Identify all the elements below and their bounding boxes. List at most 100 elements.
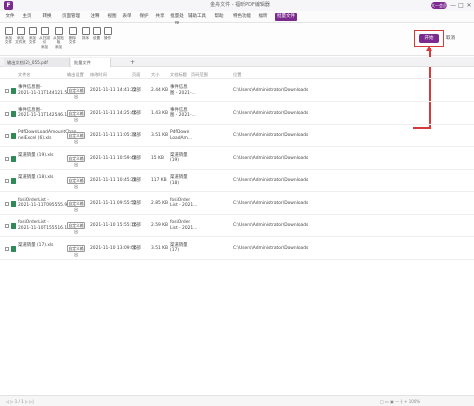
row-checkbox[interactable] [5,224,9,228]
excel-file-icon [11,223,16,229]
toolbar-button[interactable]: 添加 文件 [27,27,38,45]
column-header[interactable]: 页面 [132,70,140,79]
table-row[interactable]: 事件信息图- 2021-11-11T144121.560... 自定义输出 2021… [0,80,474,102]
maximize-button[interactable]: □ [458,1,464,10]
action-icon [103,27,112,35]
menu-item[interactable]: 文件 [3,13,17,21]
app-window: F 金舟文件 - 福昕PDF编辑器 大一会员 — □ ✕ 文件 主页 转换 页面管理注… [0,0,474,406]
menu-item[interactable]: 保护 [137,13,151,21]
toolbar-button[interactable]: 删除 文件 [67,27,78,45]
toolbar-button[interactable]: 操作 [102,27,113,40]
zoom-controls[interactable]: □ ▭ ▣ — ┼ + 100% [380,398,420,405]
output-settings-button[interactable]: 自定义输出 [67,87,85,99]
excel-file-icon [11,110,16,117]
menu-item[interactable]: 批量处理 [170,13,184,27]
row-checkbox[interactable] [5,89,9,93]
page-navigation[interactable]: ◁ ▷ 1 / 1 ▷ ▷| [6,398,34,405]
file-size: 3.51 KB [151,133,169,138]
file-size: 117 KB [151,178,167,183]
column-header[interactable]: 页码范围 [191,70,208,79]
menu-item[interactable]: 帮助 [212,13,226,21]
delete-icon [68,27,77,35]
table-row[interactable]: PdfDownLoadAmountChan nelExcel (6).xls 自定… [0,125,474,147]
menu-item[interactable]: 辅助工具 [186,13,208,21]
toolbar-button[interactable]: 添加 文件夹 [15,27,26,45]
file-location: C:\Users\Administrator\Downloads [233,110,309,116]
page-range: 全部 [132,245,141,251]
menu-item[interactable]: 福昕 [256,13,270,21]
menu-item[interactable]: 页面管理 [60,13,82,21]
settings-icon [92,27,101,35]
toolbar-button[interactable]: 设置 [91,27,102,40]
excel-file-icon [11,200,16,207]
output-settings-button[interactable]: 自定义输出 [67,222,85,234]
output-settings-button[interactable]: 自定义输出 [67,199,85,212]
user-badge[interactable]: 大一会员 [431,2,447,9]
toolbar-button[interactable]: 添加 文件 [3,27,14,45]
menu-item[interactable]: 批量文件 [275,13,297,21]
toolbar-button-label: 添加 文件 [28,36,37,45]
menu-item[interactable]: 视图 [105,13,119,21]
output-settings-button[interactable]: 自定义输出 [67,132,85,144]
add-tab-button[interactable]: + [130,58,135,67]
add-folder-icon [16,27,25,35]
tab-document[interactable]: 输出文档(2)_055.pdf [4,58,70,67]
table-row[interactable]: 渠道销量 (18).xls 自定义输出 2021-11-11 10:45:28 全部 1… [0,170,474,192]
cancel-button[interactable]: 取消 [446,36,455,42]
column-header[interactable]: 文档标题 [170,70,187,79]
menu-item[interactable]: 转换 [37,13,57,21]
row-checkbox[interactable] [5,111,9,116]
file-size: 15 KB [151,155,164,161]
modified-time: 2021-11-11 14:25:46 [90,110,137,116]
column-header[interactable]: 大小 [151,70,159,79]
toolbar-button[interactable]: 从扫描仪 添加 [39,27,50,49]
minimize-button[interactable]: — [450,1,456,10]
row-checkbox[interactable] [5,179,9,183]
toolbar-button-label: 设置 [92,36,101,40]
close-button[interactable]: ✕ [466,1,472,10]
output-settings-button[interactable]: 自定义输出 [67,154,85,167]
menu-item[interactable]: 共享 [153,13,167,21]
row-checkbox[interactable] [5,201,9,206]
page-range: 全部 [132,200,141,206]
menu-item[interactable]: 注释 [88,13,102,21]
menu-item[interactable]: 表单 [120,13,134,21]
row-checkbox[interactable] [5,134,9,138]
table-row[interactable]: fosiOrderList - 2021-11-10T155516.15... 自… [0,215,474,237]
page-range: 全部 [132,110,141,116]
menu-item[interactable]: 特色功能 [232,13,252,21]
row-checkbox[interactable] [5,246,9,251]
modified-time: 2021-11-11 14:41:22 [90,88,137,93]
output-settings-button[interactable]: 自定义输出 [67,109,85,122]
page-range: 全部 [132,178,141,183]
table-row[interactable]: 事件信息图- 2021-11-11T142546.17... 自定义输出 2021-… [0,103,474,125]
page-range: 全部 [132,223,141,228]
document-title: 渠道销量 (19) [170,152,188,164]
output-settings-button[interactable]: 自定义输出 [67,244,85,257]
output-settings-button[interactable]: 自定义输出 [67,177,85,189]
toolbar-button[interactable]: 排序 [80,27,91,40]
document-title: 渠道销量 (17) [170,242,188,254]
column-header[interactable]: 位置 [233,70,241,79]
modified-time: 2021-11-11 11:05:34 [90,133,137,138]
table-row[interactable]: 渠道销量 (19).xls 自定义输出 2021-11-11 10:59:48 全部 1… [0,148,474,170]
file-name: 渠道销量 (18).xls [18,175,54,180]
tab-batch[interactable]: 批量文件 [71,58,111,67]
column-header[interactable]: 输出设置 [67,70,84,79]
file-name: 渠道销量 (17).xls [18,242,54,248]
column-header[interactable]: 文件名 [18,70,31,79]
document-title: 渠道销量 (18) [170,175,188,186]
page-range: 全部 [132,133,141,138]
toolbar-button[interactable]: 从剪贴板 添加 [53,27,64,49]
menu-bar: 文件主页转换页面管理注释视图表单保护共享批量处理辅助工具帮助特色功能福昕批量文件 [0,11,474,27]
modified-time: 2021-11-10 13:09:06 [90,245,137,251]
start-button[interactable]: 开始 [419,34,439,43]
row-checkbox[interactable] [5,156,9,161]
add-file-icon [4,27,13,35]
file-name: 事件信息图- 2021-11-11T142546.17... [18,107,75,119]
column-header[interactable]: 修改时间 [90,70,107,79]
file-location: C:\Users\Administrator\Downloads [233,155,309,161]
table-row[interactable]: fosiOrderList - 2021-11-11T095555.914...… [0,193,474,215]
menu-item[interactable]: 主页 [20,13,34,21]
table-row[interactable]: 渠道销量 (17).xls 自定义输出 2021-11-10 13:09:06 全部 3… [0,238,474,260]
